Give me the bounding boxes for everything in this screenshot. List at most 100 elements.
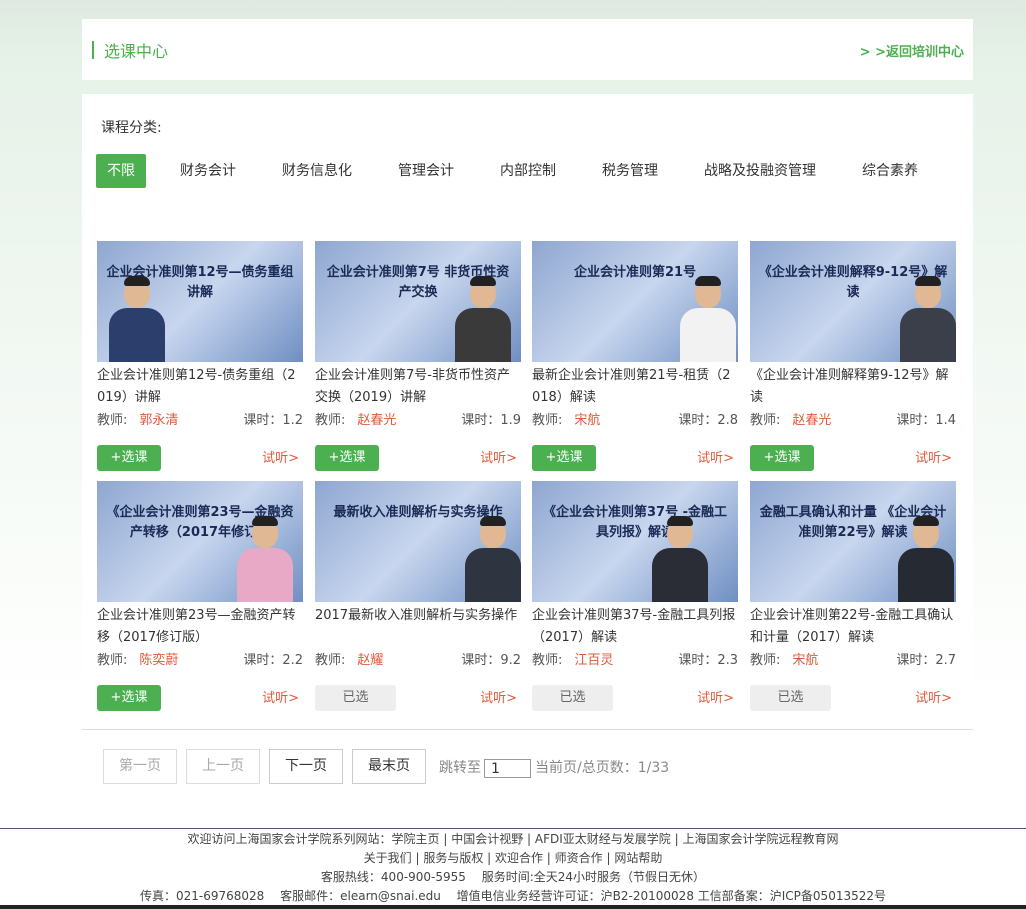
course-title[interactable]: 2017最新收入准则解析与实务操作 [315, 605, 521, 649]
teacher-label: 教师: [315, 653, 346, 668]
teacher-label: 教师: [97, 653, 128, 668]
course-meta: 教师: 陈奕蔚 课时：2.2 [97, 651, 303, 671]
course-card: 金融工具确认和计量 《企业会计准则第22号》解读 企业会计准则第22号-金融工具确… [750, 481, 956, 711]
course-actions: 已选 试听> [750, 685, 956, 711]
teacher-label: 教师: [315, 413, 346, 428]
course-thumbnail[interactable]: 《企业会计准则解释9-12号》解读 [750, 241, 956, 362]
course-card: 企业会计准则第7号 非货币性资产交换 企业会计准则第7号-非货币性资产交换（201… [315, 241, 521, 471]
select-course-button[interactable]: +选课 [97, 685, 161, 711]
course-card: 企业会计准则第21号 最新企业会计准则第21号-租赁（2018）解读 教师: 宋航 课时… [532, 241, 738, 471]
course-meta: 教师: 宋航 课时：2.7 [750, 651, 956, 671]
footer-contact: 传真：021-69768028 客服邮件：elearn@snai.edu 增值电… [139, 889, 886, 903]
teacher-name: 郭永清 [139, 413, 179, 428]
course-thumbnail[interactable]: 最新收入准则解析与实务操作 [315, 481, 521, 602]
teacher-label: 教师: [532, 653, 563, 668]
course-meta: 教师: 赵春光 课时：1.4 [750, 411, 956, 431]
course-hours: 课时：2.2 [243, 653, 303, 668]
category-comprehensive[interactable]: 综合素养 [850, 154, 930, 188]
teacher-label: 教师: [750, 653, 781, 668]
category-management-accounting[interactable]: 管理会计 [386, 154, 466, 188]
prev-page-button[interactable]: 上一页 [186, 749, 260, 784]
footer-links[interactable]: 关于我们 | 服务与版权 | 欢迎合作 | 师资合作 | 网站帮助 [0, 849, 1026, 868]
course-meta: 教师: 赵春光 课时：1.9 [315, 411, 521, 431]
course-meta: 教师: 赵耀 课时：9.2 [315, 651, 521, 671]
trial-link[interactable]: 试听> [697, 447, 734, 466]
teacher-name: 赵春光 [792, 413, 832, 428]
trial-link[interactable]: 试听> [915, 447, 952, 466]
category-tax-management[interactable]: 税务管理 [590, 154, 670, 188]
footer-hotline: 客服热线：400-900-5955 服务时间:全天24小时服务（节假日无休） [320, 870, 706, 884]
footer: 欢迎访问上海国家会计学院系列网站：学院主页 | 中国会计视野 | AFDI亚太财… [0, 828, 1026, 909]
course-title[interactable]: 企业会计准则第23号—金融资产转移（2017修订版） [97, 605, 303, 649]
trial-link[interactable]: 试听> [262, 687, 299, 706]
course-actions: +选课 试听> [97, 685, 303, 711]
select-course-button[interactable]: +选课 [97, 445, 161, 471]
course-hours: 课时：2.8 [678, 413, 738, 428]
presenter-figure [652, 516, 708, 602]
course-thumbnail[interactable]: 企业会计准则第21号 [532, 241, 738, 362]
select-course-button[interactable]: +选课 [315, 445, 379, 471]
pagination: 第一页 上一页 下一页 最末页 跳转至 当前页/总页数：1/33 [103, 749, 669, 784]
next-page-button[interactable]: 下一页 [269, 749, 343, 784]
trial-link[interactable]: 试听> [915, 687, 952, 706]
page-title: 选课中心 [104, 42, 169, 61]
jump-label: 跳转至 [439, 759, 481, 776]
first-page-button[interactable]: 第一页 [103, 749, 177, 784]
presenter-figure [237, 516, 293, 602]
selected-badge: 已选 [532, 685, 613, 711]
course-title[interactable]: 企业会计准则第37号-金融工具列报（2017）解读 [532, 605, 738, 649]
course-meta: 教师: 江百灵 课时：2.3 [532, 651, 738, 671]
trial-link[interactable]: 试听> [480, 447, 517, 466]
last-page-button[interactable]: 最末页 [352, 749, 426, 784]
course-thumbnail[interactable]: 《企业会计准则第37号 -金融工具列报》解读 [532, 481, 738, 602]
trial-link[interactable]: 试听> [262, 447, 299, 466]
course-title[interactable]: 最新企业会计准则第21号-租赁（2018）解读 [532, 365, 738, 409]
trial-link[interactable]: 试听> [480, 687, 517, 706]
category-list: 不限 财务会计 财务信息化 管理会计 内部控制 税务管理 战略及投融资管理 综合… [96, 154, 956, 188]
course-meta: 教师: 宋航 课时：2.8 [532, 411, 738, 431]
course-actions: +选课 试听> [532, 445, 738, 471]
category-all[interactable]: 不限 [96, 154, 146, 188]
teacher-label: 教师: [750, 413, 781, 428]
teacher-name: 赵耀 [357, 653, 384, 668]
course-thumbnail[interactable]: 企业会计准则第12号—债务重组讲解 [97, 241, 303, 362]
select-course-button[interactable]: +选课 [532, 445, 596, 471]
course-title[interactable]: 《企业会计准则解释第9-12号》解读 [750, 365, 956, 409]
course-actions: +选课 试听> [750, 445, 956, 471]
course-hours: 课时：2.7 [896, 653, 956, 668]
presenter-figure [680, 276, 736, 362]
course-hours: 课时：2.3 [678, 653, 738, 668]
teacher-name: 江百灵 [574, 653, 614, 668]
category-financial-accounting[interactable]: 财务会计 [168, 154, 248, 188]
course-title[interactable]: 企业会计准则第7号-非货币性资产交换（2019）讲解 [315, 365, 521, 409]
back-to-training-link[interactable]: > >返回培训中心 [860, 41, 964, 60]
footer-sites[interactable]: 欢迎访问上海国家会计学院系列网站：学院主页 | 中国会计视野 | AFDI亚太财… [0, 830, 1026, 849]
course-thumbnail[interactable]: 企业会计准则第7号 非货币性资产交换 [315, 241, 521, 362]
trial-link[interactable]: 试听> [697, 687, 734, 706]
course-card: 最新收入准则解析与实务操作 2017最新收入准则解析与实务操作 教师: 赵耀 课时：9.… [315, 481, 521, 711]
selected-badge: 已选 [315, 685, 396, 711]
course-thumbnail[interactable]: 《企业会计准则第23号—金融资产转移（2017年修订） [97, 481, 303, 602]
course-card: 《企业会计准则第37号 -金融工具列报》解读 企业会计准则第37号-金融工具列报（… [532, 481, 738, 711]
presenter-figure [109, 276, 165, 362]
course-title[interactable]: 企业会计准则第12号-债务重组（2019）讲解 [97, 365, 303, 409]
header-panel: 选课中心 > >返回培训中心 [82, 19, 973, 80]
category-strategy-investment[interactable]: 战略及投融资管理 [692, 154, 828, 188]
category-financial-informatization[interactable]: 财务信息化 [270, 154, 364, 188]
course-thumbnail[interactable]: 金融工具确认和计量 《企业会计准则第22号》解读 [750, 481, 956, 602]
presenter-figure [455, 276, 511, 362]
footer-bottom-bar [0, 905, 1026, 909]
select-course-button[interactable]: +选课 [750, 445, 814, 471]
presenter-figure [465, 516, 521, 602]
teacher-label: 教师: [97, 413, 128, 428]
course-title[interactable]: 企业会计准则第22号-金融工具确认和计量（2017）解读 [750, 605, 956, 649]
course-hours: 课时：1.4 [896, 413, 956, 428]
teacher-name: 宋航 [792, 653, 819, 668]
header-accent-bar [92, 41, 94, 59]
page-info: 当前页/总页数：1/33 [535, 759, 670, 776]
main-panel: 课程分类: 不限 财务会计 财务信息化 管理会计 内部控制 税务管理 战略及投融… [82, 94, 973, 730]
teacher-label: 教师: [532, 413, 563, 428]
jump-page-input[interactable] [484, 759, 531, 778]
course-card: 《企业会计准则解释9-12号》解读 《企业会计准则解释第9-12号》解读教师: 赵春… [750, 241, 956, 471]
category-internal-control[interactable]: 内部控制 [488, 154, 568, 188]
